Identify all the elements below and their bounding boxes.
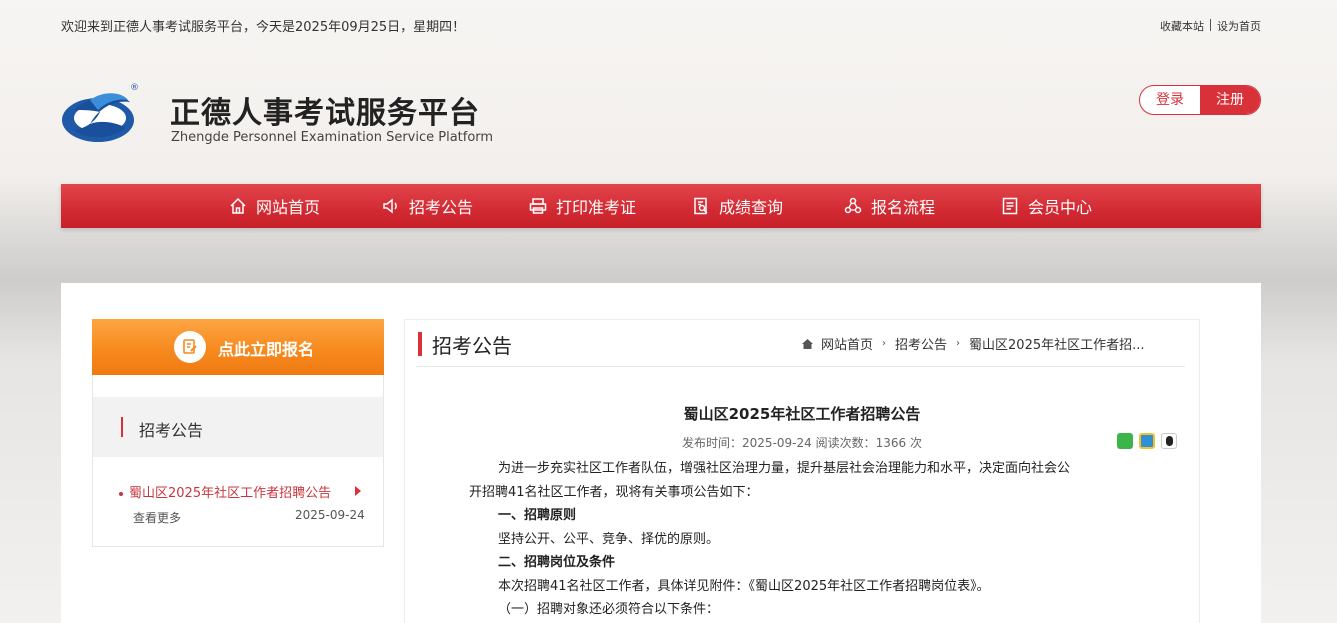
main-nav: 网站首页 招考公告 打印准考证 成绩查询 报名流程 会员中心	[61, 184, 1261, 228]
article-paragraph: 坚持公开、公平、竞争、择优的原则。	[498, 532, 720, 547]
breadcrumb-home[interactable]: 网站首页	[821, 334, 873, 353]
logo-icon: ®	[62, 83, 139, 142]
sidebar-item-label: 蜀山区2025年社区工作者招聘公告	[129, 486, 332, 501]
article-heading: 二、招聘岗位及条件	[498, 555, 616, 570]
nav-label: 招考公告	[409, 198, 474, 217]
top-bar: 欢迎来到正德人事考试服务平台，今天是2025年09月25日，星期四！ 收藏本站设…	[61, 16, 1261, 36]
accent-bar	[418, 332, 422, 356]
breadcrumb-current: 蜀山区2025年社区工作者招...	[969, 338, 1145, 353]
breadcrumb-announcements[interactable]: 招考公告	[895, 334, 947, 353]
login-button[interactable]: 登录	[1140, 86, 1200, 114]
home-icon	[802, 338, 813, 349]
article-meta: 发布时间：2025-09-24 阅读次数：1366 次	[682, 436, 922, 450]
nav-item-announcements[interactable]: 招考公告	[381, 184, 473, 228]
nav-label: 报名流程	[871, 198, 936, 217]
sidebar-box: 招考公告 蜀山区2025年社区工作者招聘公告 查看更多 2025-09-24	[92, 375, 384, 547]
qzone-icon[interactable]	[1139, 433, 1155, 449]
nav-label: 会员中心	[1028, 198, 1093, 217]
nav-label: 成绩查询	[719, 198, 784, 217]
article-heading: 一、招聘原则	[498, 508, 577, 523]
wechat-icon[interactable]	[1117, 433, 1133, 449]
register-button[interactable]: 注册	[1200, 86, 1260, 114]
nav-item-member[interactable]: 会员中心	[1000, 184, 1092, 228]
site-subtitle: Zhengde Personnel Examination Service Pl…	[171, 130, 494, 145]
speaker-icon	[383, 198, 397, 214]
article-paragraph: 本次招聘41名社区工作者，具体详见附件：《蜀山区2025年社区工作者招聘岗位表》…	[498, 579, 990, 594]
sidebar-title: 招考公告	[139, 421, 204, 440]
nav-item-print-ticket[interactable]: 打印准考证	[528, 184, 636, 228]
nav-label: 网站首页	[256, 198, 321, 217]
arrow-right-icon	[355, 486, 361, 496]
nav-label: 打印准考证	[556, 198, 637, 217]
chevron-right-icon: ›	[956, 338, 961, 349]
set-home-link[interactable]: 设为首页	[1217, 20, 1261, 33]
nav-item-process[interactable]: 报名流程	[843, 184, 935, 228]
top-links: 收藏本站 设为首页	[1160, 18, 1261, 34]
sidebar-item-link[interactable]: 蜀山区2025年社区工作者招聘公告	[119, 482, 331, 501]
site-title: 正德人事考试服务平台	[170, 96, 480, 131]
signup-banner-label: 点此立即报名	[218, 340, 315, 359]
member-icon	[1002, 197, 1018, 215]
article-paragraph: 为进一步充实社区工作者队伍，增强社区治理力量，提升基层社会治理能力和水平，决定面…	[498, 461, 1071, 476]
nav-item-home[interactable]: 网站首页	[228, 184, 320, 228]
svg-text:®: ®	[130, 83, 139, 93]
more-link[interactable]: 查看更多	[133, 509, 181, 526]
printer-icon	[529, 198, 547, 214]
breadcrumb: 网站首页 › 招考公告 › 蜀山区2025年社区工作者招...	[801, 334, 1145, 353]
article-paragraph: （一）招聘对象还必须符合以下条件：	[498, 602, 720, 617]
edit-icon	[174, 331, 206, 363]
chevron-right-icon: ›	[882, 338, 887, 349]
sidebar-header: 招考公告	[93, 397, 383, 457]
home-icon	[230, 197, 246, 214]
share-icons	[1117, 433, 1177, 449]
qq-icon[interactable]	[1161, 433, 1177, 449]
site-logo[interactable]: ®	[60, 80, 142, 146]
divider	[1210, 19, 1211, 31]
signup-banner[interactable]: 点此立即报名	[92, 319, 384, 375]
content-title: 招考公告	[432, 334, 512, 358]
search-doc-icon	[694, 197, 708, 215]
accent-bar	[121, 417, 123, 437]
bullet-icon	[119, 491, 123, 496]
sidebar-item-date: 2025-09-24	[295, 508, 365, 522]
flow-icon	[844, 197, 862, 214]
article-title: 蜀山区2025年社区工作者招聘公告	[683, 405, 921, 423]
nav-item-score-query[interactable]: 成绩查询	[691, 184, 783, 228]
article-paragraph: 开招聘41名社区工作者，现将有关事项公告如下：	[469, 485, 759, 500]
divider	[417, 366, 1185, 367]
favorite-link[interactable]: 收藏本站	[1160, 20, 1204, 33]
welcome-text: 欢迎来到正德人事考试服务平台，今天是2025年09月25日，星期四！	[61, 20, 466, 35]
auth-buttons: 登录 注册	[1139, 85, 1261, 115]
content-area: 招考公告 网站首页 › 招考公告 › 蜀山区2025年社区工作者招... 蜀山区…	[404, 319, 1200, 623]
